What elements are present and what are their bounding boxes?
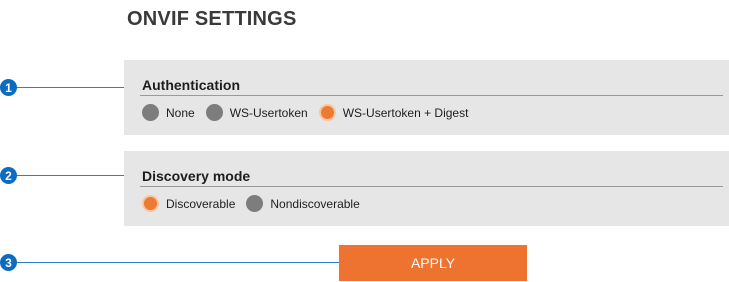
- callout-marker-2: 2: [0, 167, 17, 184]
- authentication-panel: Authentication None WS-Usertoken WS-User…: [124, 60, 729, 135]
- discovery-option-nondiscoverable-label: Nondiscoverable: [270, 196, 360, 211]
- auth-option-ws-usertoken-digest-label: WS-Usertoken + Digest: [342, 105, 469, 120]
- discovery-title: Discovery mode: [142, 168, 251, 184]
- discovery-radio-group: Discoverable Nondiscoverable: [142, 195, 371, 212]
- callout-marker-3: 3: [0, 254, 17, 271]
- callout-leader-2: [17, 175, 131, 176]
- auth-option-ws-usertoken[interactable]: WS-Usertoken: [205, 104, 308, 121]
- auth-option-ws-usertoken-label: WS-Usertoken: [229, 105, 308, 120]
- radio-button-icon[interactable]: [246, 195, 264, 212]
- auth-option-none[interactable]: None: [142, 104, 195, 121]
- discovery-option-discoverable[interactable]: Discoverable: [142, 195, 235, 212]
- discovery-panel: Discovery mode Discoverable Nondiscovera…: [124, 151, 729, 226]
- callout-leader-3: [17, 262, 371, 263]
- page-title: ONVIF SETTINGS: [127, 8, 297, 30]
- callout-leader-1: [17, 87, 131, 88]
- authentication-title: Authentication: [142, 77, 240, 93]
- apply-button[interactable]: APPLY: [339, 245, 527, 281]
- authentication-radio-group: None WS-Usertoken WS-Usertoken + Digest: [142, 104, 479, 121]
- radio-button-selected-icon[interactable]: [142, 195, 159, 212]
- auth-option-none-label: None: [166, 105, 195, 120]
- discovery-divider: [140, 186, 723, 187]
- radio-button-icon[interactable]: [142, 104, 159, 121]
- discovery-option-nondiscoverable[interactable]: Nondiscoverable: [246, 195, 360, 212]
- callout-marker-1: 1: [0, 79, 17, 96]
- discovery-option-discoverable-label: Discoverable: [166, 196, 236, 211]
- radio-button-selected-icon[interactable]: [318, 104, 336, 121]
- authentication-divider: [140, 95, 723, 96]
- auth-option-ws-usertoken-digest[interactable]: WS-Usertoken + Digest: [318, 104, 469, 121]
- radio-button-icon[interactable]: [205, 104, 223, 121]
